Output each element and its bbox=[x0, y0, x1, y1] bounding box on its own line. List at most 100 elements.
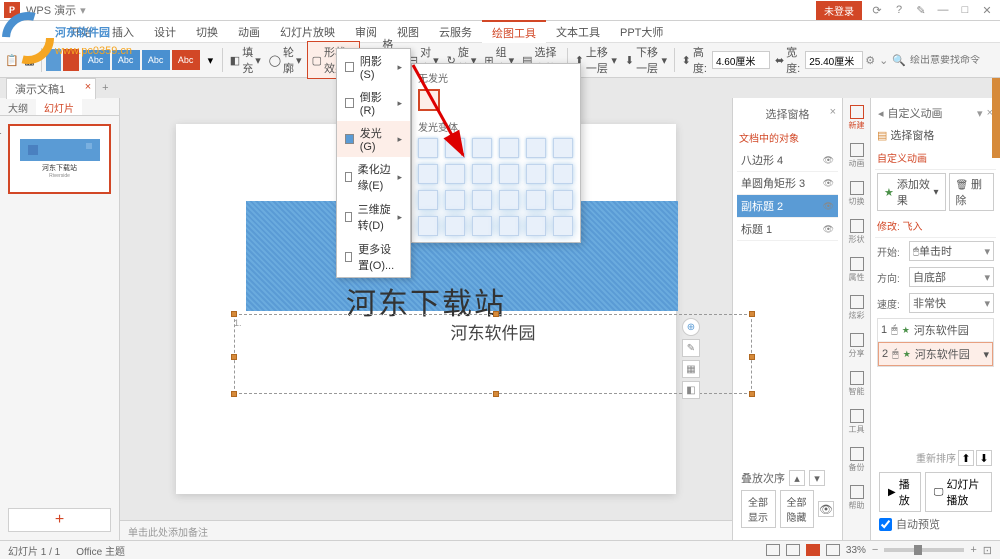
menu-5[interactable]: 幻灯片放映 bbox=[270, 21, 345, 43]
sidebar-5[interactable]: 炫彩 bbox=[845, 292, 869, 324]
fill-button[interactable]: ◧ 填充 ▾ bbox=[227, 44, 264, 76]
help-icon[interactable]: ? bbox=[892, 3, 906, 17]
view-reading-icon[interactable] bbox=[826, 544, 840, 556]
menu-3[interactable]: 切换 bbox=[186, 21, 228, 43]
glow-variant-16[interactable] bbox=[526, 190, 546, 210]
start-select[interactable]: 🖱 单击时▾ bbox=[909, 241, 994, 261]
effect-option-5[interactable]: 更多设置(O)... bbox=[337, 237, 410, 277]
width-input[interactable] bbox=[805, 51, 863, 69]
sidebar-1[interactable]: 动画 bbox=[845, 140, 869, 172]
no-glow-option[interactable] bbox=[418, 89, 440, 111]
menu-10[interactable]: 文本工具 bbox=[546, 21, 610, 43]
minimize-button[interactable]: — bbox=[936, 3, 950, 17]
effect-option-4[interactable]: 三维旋转(D)▸ bbox=[337, 197, 410, 237]
glow-variant-12[interactable] bbox=[418, 190, 438, 210]
selection-item-0[interactable]: 八边形 4👁 bbox=[737, 149, 838, 172]
select-pane-link[interactable]: 选择窗格 bbox=[890, 127, 934, 143]
auto-preview-checkbox[interactable] bbox=[879, 518, 892, 531]
add-slide-button[interactable]: + bbox=[8, 508, 111, 532]
subtitle-textbox[interactable]: 河东软件园 bbox=[234, 314, 752, 394]
menu-8[interactable]: 云服务 bbox=[429, 21, 482, 43]
move-down-button[interactable]: ▾ bbox=[809, 470, 825, 486]
effect-option-1[interactable]: 倒影(R)▸ bbox=[337, 85, 410, 121]
glow-variant-6[interactable] bbox=[418, 164, 438, 184]
glow-variant-18[interactable] bbox=[418, 216, 438, 236]
style-preset-0[interactable]: Abc bbox=[82, 50, 110, 70]
anim-down-button[interactable]: ⬇ bbox=[976, 450, 992, 466]
zoom-slider[interactable] bbox=[884, 548, 964, 552]
outline-tab-1[interactable]: 幻灯片 bbox=[36, 98, 82, 115]
view-normal-icon[interactable] bbox=[766, 544, 780, 556]
outline-tab-0[interactable]: 大纲 bbox=[0, 98, 36, 115]
style-more-icon[interactable]: ▾ bbox=[203, 49, 218, 71]
anim-menu-icon[interactable]: ▾ bbox=[977, 107, 983, 120]
glow-variant-7[interactable] bbox=[445, 164, 465, 184]
menu-0[interactable]: 开始 bbox=[60, 21, 102, 43]
glow-variant-3[interactable] bbox=[499, 138, 519, 158]
outline-button[interactable]: ◯ 轮廓 ▾ bbox=[266, 44, 305, 76]
glow-variant-20[interactable] bbox=[472, 216, 492, 236]
selection-close-icon[interactable]: × bbox=[830, 106, 836, 118]
style-preset-3[interactable]: Abc bbox=[172, 50, 200, 70]
close-button[interactable]: ✕ bbox=[980, 3, 994, 17]
selection-item-3[interactable]: 标题 1👁 bbox=[737, 218, 838, 241]
glow-variant-1[interactable] bbox=[445, 138, 465, 158]
glow-variant-0[interactable] bbox=[418, 138, 438, 158]
glow-variant-8[interactable] bbox=[472, 164, 492, 184]
collapse-strip[interactable] bbox=[992, 78, 1000, 158]
document-tab[interactable]: 演示文稿1× bbox=[6, 78, 96, 99]
glow-variant-17[interactable] bbox=[553, 190, 573, 210]
sidebar-0[interactable]: 新建 bbox=[845, 102, 869, 134]
speed-select[interactable]: 非常快▾ bbox=[909, 293, 994, 313]
add-effect-button[interactable]: ★添加效果 ▾ bbox=[877, 173, 946, 211]
sidebar-4[interactable]: 属性 bbox=[845, 254, 869, 286]
paste-icon[interactable]: 📋 bbox=[4, 49, 20, 71]
notes-area[interactable]: 单击此处添加备注 bbox=[120, 520, 732, 540]
sidebar-3[interactable]: 形状 bbox=[845, 216, 869, 248]
sidebar-8[interactable]: 工具 bbox=[845, 406, 869, 438]
glow-variant-2[interactable] bbox=[472, 138, 492, 158]
glow-variant-13[interactable] bbox=[445, 190, 465, 210]
sync-icon[interactable]: ⟳ bbox=[870, 3, 884, 17]
visibility-toggle[interactable]: 👁 bbox=[818, 501, 834, 517]
title-dropdown-icon[interactable]: ▾ bbox=[80, 4, 86, 17]
anim-item-1[interactable]: 2🖱★河东软件园▾ bbox=[878, 342, 993, 366]
glow-variant-22[interactable] bbox=[526, 216, 546, 236]
menu-1[interactable]: 插入 bbox=[102, 21, 144, 43]
style-preset-1[interactable]: Abc bbox=[112, 50, 140, 70]
float-add-icon[interactable]: ⊕ bbox=[682, 318, 700, 336]
play-button[interactable]: ▶ 播放 bbox=[879, 472, 921, 512]
anim-up-button[interactable]: ⬆ bbox=[958, 450, 974, 466]
tools-icon[interactable]: ⚙ bbox=[865, 54, 875, 67]
slideshow-button[interactable]: 🖵 幻灯片播放 bbox=[925, 472, 992, 512]
direction-select[interactable]: 自底部▾ bbox=[909, 267, 994, 287]
sidebar-2[interactable]: 切换 bbox=[845, 178, 869, 210]
shape-rect2-icon[interactable] bbox=[63, 49, 78, 71]
effect-option-2[interactable]: 发光(G)▸ bbox=[337, 121, 410, 157]
tab-close-icon[interactable]: × bbox=[85, 81, 91, 93]
anim-item-0[interactable]: 1🖱★河东软件园 bbox=[878, 319, 993, 342]
glow-variant-23[interactable] bbox=[553, 216, 573, 236]
style-preset-2[interactable]: Abc bbox=[142, 50, 170, 70]
glow-variant-14[interactable] bbox=[472, 190, 492, 210]
sidebar-10[interactable]: 帮助 bbox=[845, 482, 869, 514]
format-icon[interactable]: ▦ bbox=[22, 49, 37, 71]
selection-item-2[interactable]: 副标题 2👁 bbox=[737, 195, 838, 218]
new-tab-button[interactable]: + bbox=[102, 82, 108, 94]
delete-effect-button[interactable]: 🗑 删除 bbox=[949, 173, 994, 211]
effect-option-3[interactable]: 柔化边缘(E)▸ bbox=[337, 157, 410, 197]
slide-thumbnail[interactable]: 1 河东下载站 Riverside bbox=[8, 124, 111, 194]
shape-rect-icon[interactable] bbox=[46, 49, 61, 71]
view-slideshow-icon[interactable] bbox=[806, 544, 820, 556]
zoom-in-button[interactable]: + bbox=[970, 544, 976, 556]
glow-variant-21[interactable] bbox=[499, 216, 519, 236]
sidebar-6[interactable]: 分享 bbox=[845, 330, 869, 362]
menu-2[interactable]: 设计 bbox=[144, 21, 186, 43]
menu-9[interactable]: 绘图工具 bbox=[482, 20, 546, 44]
collapse-icon[interactable]: ⌄ bbox=[879, 54, 888, 67]
glow-variant-10[interactable] bbox=[526, 164, 546, 184]
glow-variant-9[interactable] bbox=[499, 164, 519, 184]
hide-all-button[interactable]: 全部隐藏 bbox=[780, 490, 815, 528]
sidebar-9[interactable]: 备份 bbox=[845, 444, 869, 476]
view-sorter-icon[interactable] bbox=[786, 544, 800, 556]
